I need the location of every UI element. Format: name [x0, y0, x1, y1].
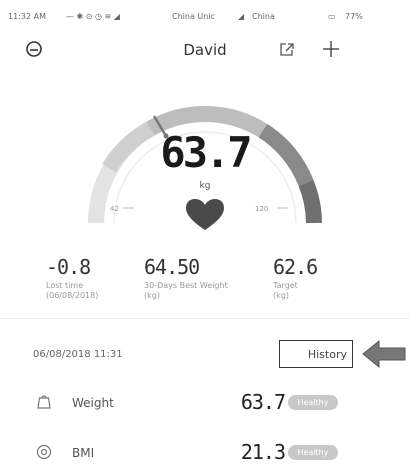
lost-label-line1: Lost time	[46, 281, 84, 290]
status-carrier-1: China Unic	[172, 12, 215, 21]
metric-row-weight[interactable]: Weight 63.7 Healthy	[0, 388, 410, 418]
status-badge: Healthy	[288, 395, 338, 410]
page-title: David	[183, 41, 227, 59]
best-weight-value: 64.50	[144, 255, 200, 279]
gauge-max-label: 120	[255, 205, 269, 213]
weight-unit: kg	[199, 181, 211, 191]
best-weight-label-line1: 30-Days Best Weight	[144, 281, 228, 290]
scale-icon	[36, 394, 52, 414]
battery-icon: ▭	[328, 12, 336, 21]
arrow-left-icon	[362, 339, 406, 373]
best-weight-label: 30-Days Best Weight (kg)	[144, 281, 254, 301]
target-value: 62.6	[273, 255, 318, 279]
section-divider	[0, 318, 410, 319]
metric-value: 21.3	[240, 440, 286, 464]
metric-label: Weight	[72, 396, 114, 410]
status-badge: Healthy	[288, 445, 338, 460]
status-icons: — ✱ ⊙ ◷ ≋ ◢	[66, 12, 120, 21]
status-bar: 11:32 AM — ✱ ⊙ ◷ ≋ ◢ China Unic ◢ China …	[0, 0, 410, 30]
share-icon[interactable]	[279, 41, 295, 61]
status-battery: 77%	[345, 12, 363, 21]
signal-icon: ◢	[238, 12, 245, 21]
target-label-line2: (kg)	[273, 291, 289, 300]
metric-label: BMI	[72, 446, 95, 460]
metric-row-bmi[interactable]: BMI 21.3 Healthy	[0, 438, 410, 468]
metric-value: 63.7	[240, 390, 286, 414]
heart-icon	[185, 198, 225, 236]
app-header: David	[0, 30, 410, 70]
target-label: Target (kg)	[273, 281, 383, 301]
plus-icon[interactable]	[322, 40, 340, 62]
history-button[interactable]: History	[279, 340, 353, 368]
best-weight-label-line2: (kg)	[144, 291, 160, 300]
lost-label: Lost time (06/08/2018)	[46, 281, 156, 301]
status-carrier-2: China	[252, 12, 275, 21]
lost-value: -0.8	[46, 255, 91, 279]
current-weight: 63.7	[160, 128, 252, 177]
target-label-line1: Target	[273, 281, 298, 290]
bmi-icon	[36, 444, 52, 464]
lost-label-line2: (06/08/2018)	[46, 291, 99, 300]
record-timestamp: 06/08/2018 11:31	[33, 349, 123, 360]
gauge-min-label: 42	[110, 205, 119, 213]
status-time: 11:32 AM	[8, 12, 46, 21]
